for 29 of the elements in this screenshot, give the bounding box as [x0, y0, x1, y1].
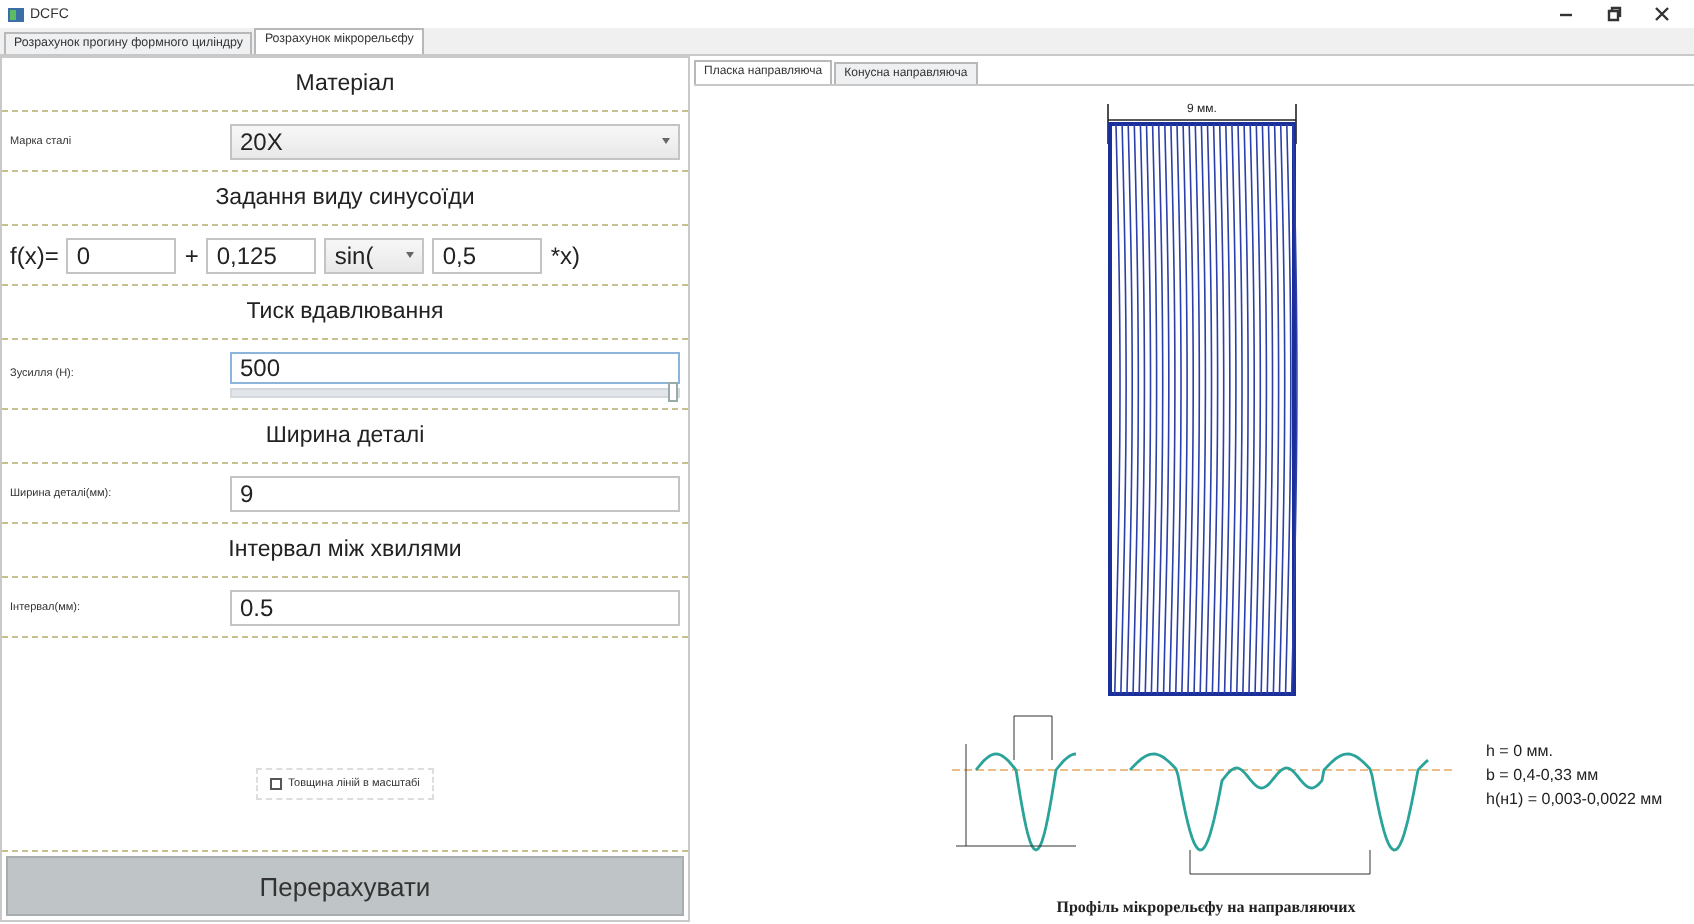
close-icon[interactable]: [1654, 6, 1670, 22]
section-heading: Задання виду синусоїди: [215, 186, 475, 211]
input-field[interactable]: 500: [230, 351, 680, 384]
caret-icon: [406, 252, 415, 259]
input-field[interactable]: 0.5: [230, 589, 680, 626]
restore-icon[interactable]: [1606, 6, 1622, 22]
parameter-note: b = 0,4-0,33 мм: [1486, 766, 1599, 785]
parameter-note: h(н1) = 0,003-0,0022 мм: [1486, 790, 1663, 809]
input-field[interactable]: 0,125: [206, 237, 317, 274]
profile-caption: Профіль мікрорельєфу на направляючих: [1056, 898, 1356, 917]
slider-track[interactable]: [230, 387, 680, 398]
formula-text: *x): [550, 241, 581, 270]
app-icon: [8, 7, 24, 21]
section-heading: Інтервал між хвилями: [228, 538, 462, 563]
function-dropdown[interactable]: sin(: [324, 237, 425, 274]
steel-grade-dropdown[interactable]: 20X: [230, 123, 680, 160]
section-heading: Тиск вдавлювання: [246, 300, 444, 325]
formula-text: +: [184, 241, 199, 270]
section-heading: Ширина деталі: [265, 424, 425, 449]
input-field[interactable]: 9: [230, 475, 680, 512]
input-field[interactable]: 0: [66, 237, 177, 274]
formula-text: f(x)=: [10, 241, 59, 270]
checkbox[interactable]: [270, 778, 283, 791]
slider-thumb[interactable]: [668, 381, 678, 402]
section-heading: Матеріал: [295, 72, 395, 97]
input-field[interactable]: 0,5: [432, 237, 543, 274]
parameter-note: h = 0 мм.: [1486, 742, 1553, 761]
recalculate-button[interactable]: Перерахувати: [6, 856, 684, 917]
caret-icon: [662, 138, 670, 145]
